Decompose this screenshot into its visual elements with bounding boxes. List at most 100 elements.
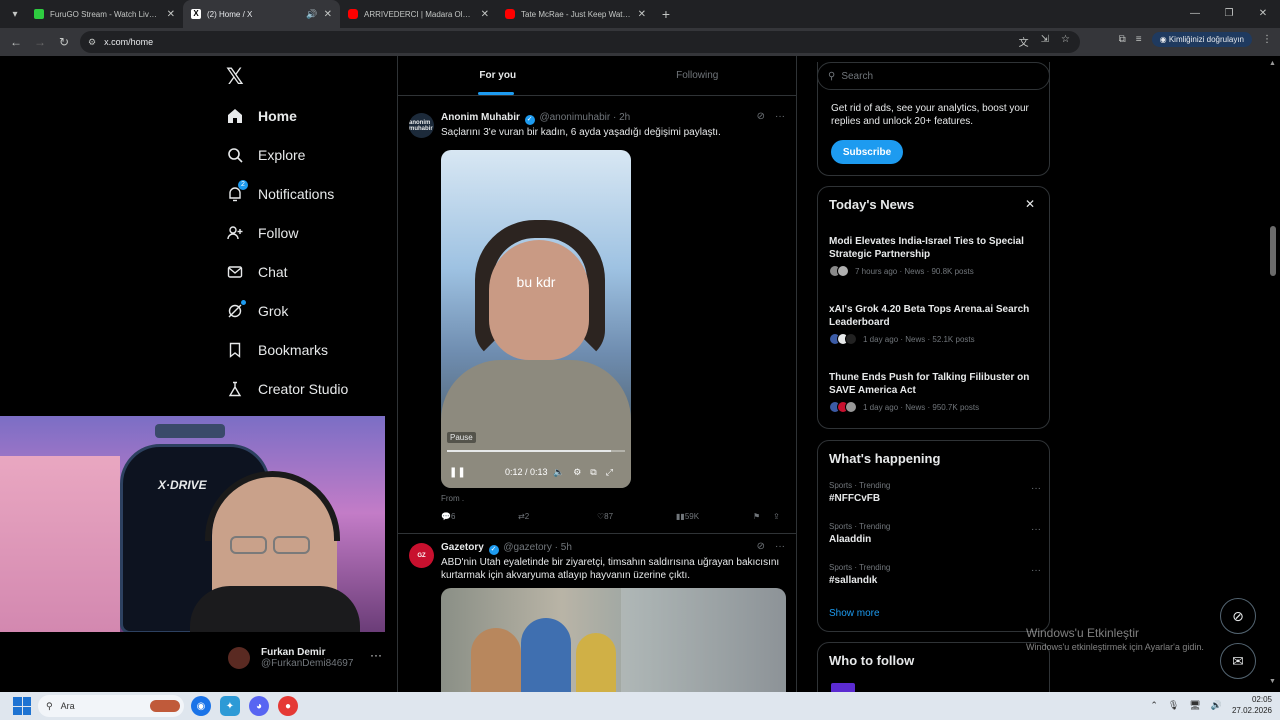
nav-explore[interactable]: Explore: [226, 142, 305, 168]
news-item[interactable]: Thune Ends Push for Talking Filibuster o…: [829, 371, 1041, 413]
browser-tab[interactable]: FuruGO Stream - Watch Live on ✕: [26, 0, 183, 28]
install-icon[interactable]: ⇲: [1041, 34, 1049, 49]
nav-creator-studio[interactable]: Creator Studio: [226, 376, 348, 402]
follow-suggestion[interactable]: [831, 683, 855, 692]
tab-following[interactable]: Following: [598, 56, 798, 95]
video-progress-bar[interactable]: [447, 450, 625, 452]
post[interactable]: GZ Gazetory ✓ @gazetory · 5h ⊘ ··· ABD'n…: [398, 534, 797, 692]
app-red-icon[interactable]: ●: [278, 696, 298, 716]
reload-icon[interactable]: ↻: [52, 35, 76, 49]
volume-icon[interactable]: 🔊: [1211, 700, 1222, 711]
account-switcher[interactable]: Furkan Demir @FurkanDemi84697 ···: [228, 640, 388, 676]
grok-icon: [226, 300, 246, 320]
pip-icon[interactable]: ⧉: [590, 467, 596, 478]
author-name[interactable]: Gazetory: [441, 542, 484, 553]
post-image[interactable]: [441, 588, 786, 692]
nav-home[interactable]: Home: [226, 103, 297, 129]
author-name[interactable]: Anonim Muhabir: [441, 112, 520, 123]
tray-expand-icon[interactable]: ⌃: [1150, 700, 1158, 711]
back-icon[interactable]: ←: [4, 35, 28, 49]
microphone-icon[interactable]: 🎙: [1168, 700, 1179, 711]
nav-follow[interactable]: Follow: [226, 220, 298, 246]
media-control-icon[interactable]: ≡: [1136, 34, 1142, 45]
reply-button[interactable]: 💬 6: [441, 512, 455, 521]
close-tab-icon[interactable]: ✕: [481, 9, 489, 20]
grok-fab-icon[interactable]: ⊘: [1220, 598, 1256, 634]
menu-icon[interactable]: ⋮: [1262, 34, 1272, 45]
scrollbar-thumb[interactable]: [1270, 226, 1276, 276]
author-handle[interactable]: @anonimuhabir: [539, 112, 610, 123]
new-tab-button[interactable]: +: [654, 6, 678, 22]
repost-button[interactable]: ⇄ 2: [518, 512, 529, 521]
taskbar-search[interactable]: ⚲ Ara: [38, 695, 184, 717]
nav-bookmarks[interactable]: Bookmarks: [226, 337, 328, 363]
extensions-icon[interactable]: ⧉: [1119, 34, 1126, 45]
start-icon[interactable]: [13, 697, 31, 715]
search-input[interactable]: ⚲ Search: [817, 62, 1050, 90]
browser-tab[interactable]: ARRIVEDERCI | Madara Olduk # ✕: [340, 0, 497, 28]
nav-notifications[interactable]: 2 Notifications: [226, 180, 334, 207]
like-button[interactable]: ♡ 87: [597, 512, 613, 521]
close-window-icon[interactable]: ✕: [1246, 0, 1280, 28]
nav-grok[interactable]: Grok: [226, 298, 288, 324]
show-more-link[interactable]: Show more: [829, 608, 880, 619]
trend-item[interactable]: Sports · Trending #sallandık ···: [829, 563, 1041, 586]
chrome-icon[interactable]: ◉: [191, 696, 211, 716]
clock[interactable]: 02:05 27.02.2026: [1232, 694, 1272, 716]
post-avatar[interactable]: anonim muhabir: [409, 113, 434, 138]
trend-item[interactable]: Sports · Trending #NFFCvFB ···: [829, 481, 1041, 504]
share-icon[interactable]: ⇪: [773, 512, 780, 521]
restore-icon[interactable]: ❐: [1212, 0, 1246, 28]
volume-icon[interactable]: 🔈: [553, 467, 564, 478]
bookmark-icon[interactable]: ⚑: [753, 512, 760, 521]
scroll-up-icon[interactable]: ▲: [1269, 60, 1276, 67]
news-item[interactable]: Modi Elevates India-Israel Ties to Speci…: [829, 235, 1041, 277]
x-logo-icon[interactable]: 𝕏: [226, 64, 244, 90]
author-handle[interactable]: @gazetory: [503, 542, 552, 553]
page-scrollbar[interactable]: ▲ ▼: [1266, 56, 1280, 692]
speaker-icon[interactable]: 🔊: [306, 9, 317, 20]
news-item[interactable]: xAI's Grok 4.20 Beta Tops Arena.ai Searc…: [829, 303, 1041, 345]
video-source[interactable]: From .: [441, 494, 464, 503]
settings-icon[interactable]: ⚙: [573, 467, 581, 478]
discord-icon[interactable]: ◕: [249, 696, 269, 716]
more-icon[interactable]: ···: [775, 541, 785, 552]
translate-icon[interactable]: 文: [1019, 34, 1029, 49]
nav-chat[interactable]: Chat: [226, 259, 288, 285]
forward-icon[interactable]: →: [28, 35, 52, 49]
network-icon[interactable]: 🖥: [1189, 700, 1200, 711]
pause-icon[interactable]: ❚❚: [449, 467, 466, 478]
more-icon[interactable]: ···: [1031, 565, 1041, 576]
close-tab-icon[interactable]: ✕: [324, 9, 332, 20]
more-icon[interactable]: ···: [1031, 483, 1041, 494]
scroll-down-icon[interactable]: ▼: [1269, 678, 1276, 685]
close-tab-icon[interactable]: ✕: [638, 9, 646, 20]
more-icon[interactable]: ···: [775, 111, 785, 122]
post-time[interactable]: · 5h: [555, 542, 572, 553]
close-tab-icon[interactable]: ✕: [167, 9, 175, 20]
tab-search-button[interactable]: ▾: [4, 3, 26, 25]
more-icon[interactable]: ···: [1031, 524, 1041, 535]
tab-for-you[interactable]: For you: [398, 56, 598, 95]
site-info-icon[interactable]: ⚙: [88, 37, 96, 48]
subscribe-button[interactable]: Subscribe: [831, 140, 903, 164]
views-button[interactable]: ▮▮ 59K: [676, 512, 699, 521]
star-icon[interactable]: ☆: [1061, 34, 1070, 49]
grok-icon[interactable]: ⊘: [757, 111, 765, 122]
browser-tab[interactable]: Tate McRae - Just Keep Watchin ✕: [497, 0, 654, 28]
minimize-icon[interactable]: —: [1178, 0, 1212, 28]
app-icon[interactable]: ✦: [220, 696, 240, 716]
video-player[interactable]: bu kdr Pause ❚❚ 0:12 / 0:13 🔈 ⚙ ⧉ ⤢: [441, 150, 631, 488]
post-avatar[interactable]: GZ: [409, 543, 434, 568]
profile-verify-button[interactable]: ◉ Kimliğinizi doğrulayın: [1151, 32, 1252, 47]
post[interactable]: anonim muhabir Anonim Muhabir ✓ @anonimu…: [398, 104, 797, 534]
more-icon[interactable]: ···: [370, 648, 382, 662]
post-time[interactable]: · 2h: [613, 112, 630, 123]
trend-item[interactable]: Sports · Trending Alaaddin ···: [829, 522, 1041, 545]
fullscreen-icon[interactable]: ⤢: [606, 467, 613, 478]
close-icon[interactable]: ✕: [1025, 197, 1035, 211]
browser-tab-active[interactable]: X (2) Home / X 🔊 ✕: [183, 0, 340, 28]
address-bar[interactable]: ⚙ x.com/home: [80, 31, 1080, 53]
messages-fab-icon[interactable]: ✉: [1220, 643, 1256, 679]
grok-icon[interactable]: ⊘: [757, 541, 765, 552]
